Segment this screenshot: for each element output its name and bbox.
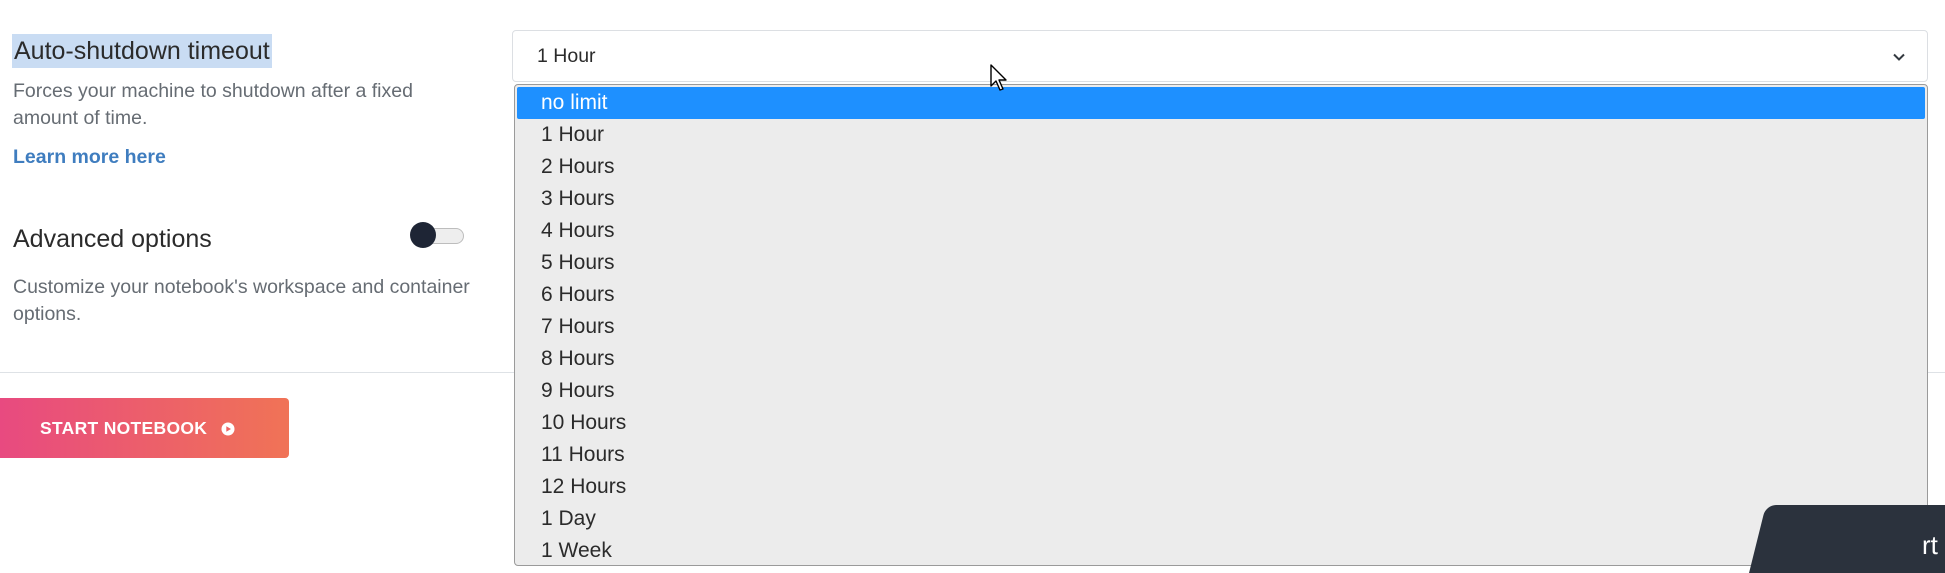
option-2-hours[interactable]: 2 Hours	[515, 151, 1927, 183]
learn-more-link[interactable]: Learn more here	[13, 146, 166, 169]
mouse-cursor-icon	[990, 64, 1007, 91]
option-8-hours[interactable]: 8 Hours	[515, 343, 1927, 375]
autoshutdown-description: Forces your machine to shutdown after a …	[13, 80, 413, 129]
option-7-hours[interactable]: 7 Hours	[515, 311, 1927, 343]
option-10-hours[interactable]: 10 Hours	[515, 407, 1927, 439]
corner-chip-text: rt	[1922, 530, 1938, 560]
option-6-hours[interactable]: 6 Hours	[515, 279, 1927, 311]
option-9-hours[interactable]: 9 Hours	[515, 375, 1927, 407]
option-11-hours[interactable]: 11 Hours	[515, 439, 1927, 471]
option-no-limit[interactable]: no limit	[517, 87, 1925, 119]
start-notebook-label: START NOTEBOOK	[40, 417, 208, 438]
option-12-hours[interactable]: 12 Hours	[515, 471, 1927, 503]
option-1-hour[interactable]: 1 Hour	[515, 119, 1927, 151]
option-1-day[interactable]: 1 Day	[515, 503, 1927, 535]
notebook-settings-page: Auto-shutdown timeout Forces your machin…	[0, 0, 1945, 573]
select-current-value: 1 Hour	[537, 45, 596, 67]
option-3-hours[interactable]: 3 Hours	[515, 183, 1927, 215]
option-1-week[interactable]: 1 Week	[515, 535, 1927, 565]
chevron-down-icon	[1893, 53, 1905, 61]
start-notebook-button[interactable]: START NOTEBOOK	[0, 398, 289, 458]
autoshutdown-options-list: no limit 1 Hour 2 Hours 3 Hours 4 Hours …	[514, 84, 1928, 566]
advanced-options-description: Customize your notebook's workspace and …	[13, 276, 470, 325]
toggle-knob	[410, 222, 436, 248]
corner-chip[interactable]	[1746, 505, 1945, 573]
advanced-options-title: Advanced options	[13, 225, 212, 253]
autoshutdown-select[interactable]: 1 Hour	[512, 30, 1928, 82]
advanced-options-toggle[interactable]	[410, 222, 464, 248]
autoshutdown-title: Auto-shutdown timeout	[12, 34, 272, 68]
play-circle-icon	[221, 422, 235, 436]
option-4-hours[interactable]: 4 Hours	[515, 215, 1927, 247]
option-5-hours[interactable]: 5 Hours	[515, 247, 1927, 279]
